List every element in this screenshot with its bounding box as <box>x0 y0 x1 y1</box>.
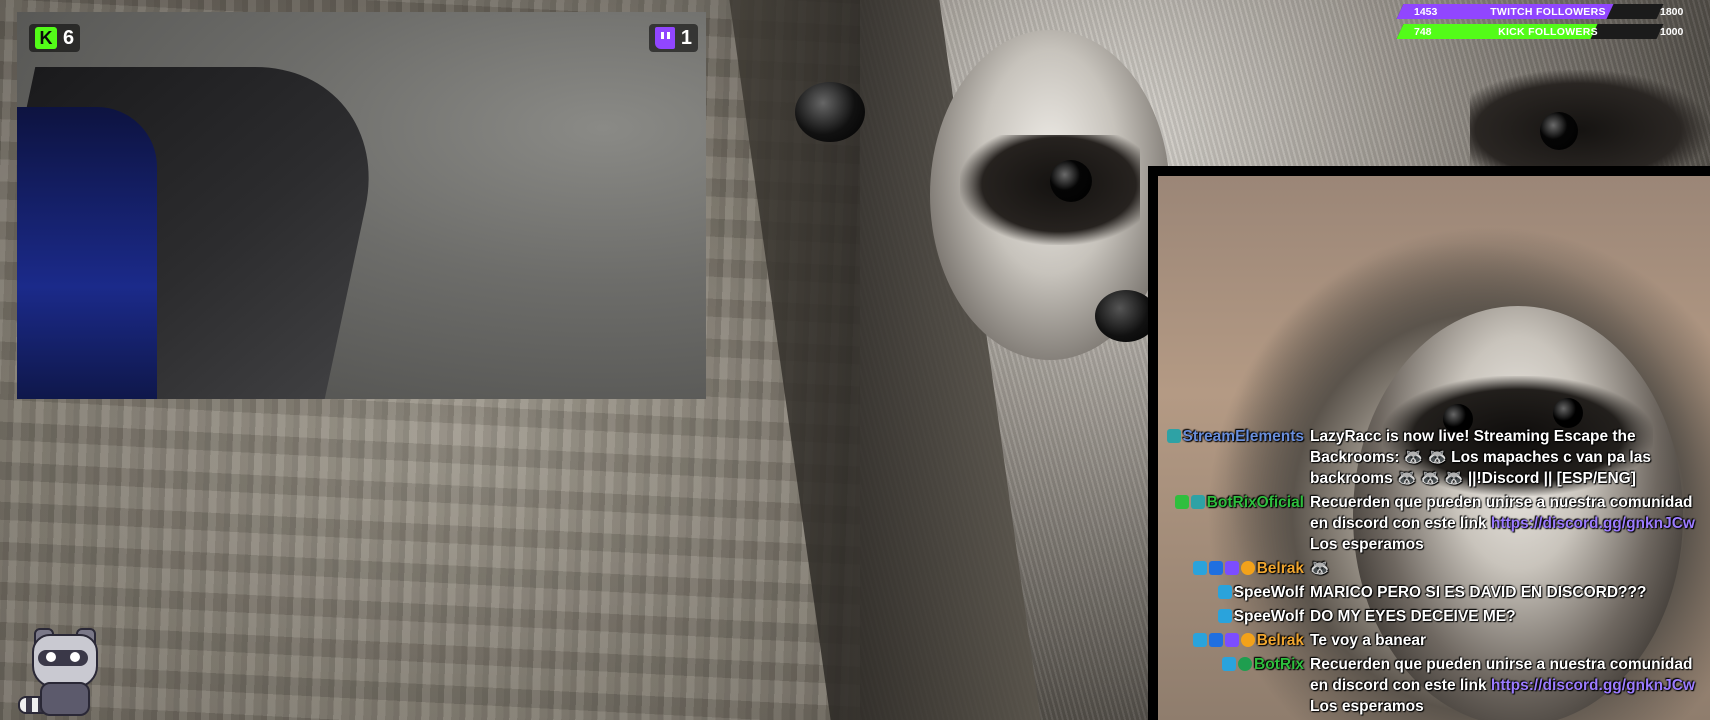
chat-username-text: BotRix <box>1254 656 1304 673</box>
sub-badge-icon <box>1224 633 1239 647</box>
chat-message: BotRixOficial Recuerden que pueden unirse… <box>1154 492 1710 555</box>
gaming-chair-accent <box>17 107 157 399</box>
chat-overlay: StreamElements LazyRacc is now live! Stre… <box>1148 166 1710 720</box>
twitch-logo-icon <box>654 27 675 49</box>
chat-username-text: SpeeWolf <box>1233 584 1304 601</box>
goal-bar-twitch: 1453 TWITCH FOLLOWERS 1800 <box>1396 4 1710 19</box>
chat-message-text: Te voy a banear <box>1310 630 1710 651</box>
chat-message: SpeeWolf DO MY EYES DECEIVE ME? <box>1154 606 1710 627</box>
mod-badge-icon <box>1217 609 1232 623</box>
mascot-eye <box>46 652 56 662</box>
raccoon-mask <box>960 135 1140 245</box>
chat-message-body: DO MY EYES DECEIVE ME? <box>1310 608 1516 625</box>
chat-username-text: StreamElements <box>1182 428 1304 445</box>
chat-message-tail: Los esperamos <box>1310 698 1424 715</box>
chat-message-text: 🦝 <box>1310 558 1710 579</box>
chat-message-tail: Los esperamos <box>1310 536 1424 553</box>
twitch-viewer-count: 1 <box>648 24 698 52</box>
webcam-panel: K 6 1 <box>17 12 706 399</box>
goal-label: KICK FOLLOWERS <box>1498 25 1598 38</box>
chat-username-text: SpeeWolf <box>1233 608 1304 625</box>
chat-message-link[interactable]: https://discord.gg/gnknJCw <box>1491 515 1695 532</box>
chat-message-list: StreamElements LazyRacc is now live! Stre… <box>1154 426 1710 720</box>
chat-message: StreamElements LazyRacc is now live! Stre… <box>1154 426 1710 489</box>
goal-target: 1800 <box>1660 5 1684 18</box>
chat-message-text: LazyRacc is now live! Streaming Escape t… <box>1310 426 1710 489</box>
chat-message-text: DO MY EYES DECEIVE ME? <box>1310 606 1710 627</box>
chat-username[interactable]: SpeeWolf <box>1154 606 1310 627</box>
chat-username[interactable]: StreamElements <box>1154 426 1310 489</box>
raccoon-eye-right <box>1540 112 1578 150</box>
chat-username-text: BotRixOficial <box>1206 494 1304 511</box>
chat-message-body: 🦝 <box>1310 560 1330 577</box>
goal-target: 1000 <box>1660 25 1684 38</box>
chat-message: BotRix Recuerden que pueden unirse a nues… <box>1154 654 1710 717</box>
chat-message-body: Te voy a banear <box>1310 632 1427 649</box>
chat-raccoon-eye <box>1553 398 1583 428</box>
chat-message-body: MARICO PERO SI ES DAVID EN DISCORD??? <box>1310 584 1647 601</box>
chat-message-text: Recuerden que pueden unirse a nuestra co… <box>1310 492 1710 555</box>
follower-goals: 1453 TWITCH FOLLOWERS 1800 748 KICK FOLL… <box>1396 4 1710 44</box>
chat-username[interactable]: BotRixOficial <box>1154 492 1310 555</box>
chat-message: Belrak Te voy a banear <box>1154 630 1710 651</box>
kick-viewer-count: K 6 <box>29 24 81 52</box>
green-badge-icon <box>1174 495 1189 509</box>
chat-message: Belrak 🦝 <box>1154 558 1710 579</box>
twitch-viewer-number: 1 <box>680 26 692 49</box>
mod-badge-icon <box>1192 633 1207 647</box>
chat-message-link[interactable]: https://discord.gg/gnknJCw <box>1491 677 1695 694</box>
vip-badge-icon <box>1208 561 1223 575</box>
raccoon-mascot-icon <box>18 628 104 716</box>
chat-username[interactable]: SpeeWolf <box>1154 582 1310 603</box>
verified-badge-icon <box>1238 657 1253 671</box>
bot-badge-icon <box>1166 429 1181 443</box>
raccoon-nose-small <box>795 82 865 142</box>
chat-username[interactable]: Belrak <box>1154 558 1310 579</box>
mod-badge-icon <box>1222 657 1237 671</box>
chat-message-text: Recuerden que pueden unirse a nuestra co… <box>1310 654 1710 717</box>
chat-message-body: LazyRacc is now live! Streaming Escape t… <box>1310 428 1651 487</box>
bits-badge-icon <box>1240 633 1255 647</box>
goal-current: 1453 <box>1414 5 1438 18</box>
mod-badge-icon <box>1192 561 1207 575</box>
bot-badge-icon <box>1190 495 1205 509</box>
chat-message-text: MARICO PERO SI ES DAVID EN DISCORD??? <box>1310 582 1710 603</box>
bits-badge-icon <box>1240 561 1255 575</box>
kick-logo-icon: K <box>35 27 57 49</box>
sub-badge-icon <box>1224 561 1239 575</box>
mascot-body <box>40 682 90 716</box>
goal-bar-kick: 748 KICK FOLLOWERS 1000 <box>1396 24 1710 39</box>
vip-badge-icon <box>1208 633 1223 647</box>
kick-viewer-number: 6 <box>63 26 75 49</box>
chat-username-text: Belrak <box>1256 632 1304 649</box>
goal-current: 748 <box>1414 25 1432 38</box>
chat-username[interactable]: Belrak <box>1154 630 1310 651</box>
mascot-eye <box>70 652 80 662</box>
goal-label: TWITCH FOLLOWERS <box>1490 5 1606 18</box>
raccoon-eye <box>1050 160 1092 202</box>
chat-message: SpeeWolf MARICO PERO SI ES DAVID EN DISCO… <box>1154 582 1710 603</box>
chat-username-text: Belrak <box>1256 560 1304 577</box>
chat-username[interactable]: BotRix <box>1154 654 1310 717</box>
mod-badge-icon <box>1217 585 1232 599</box>
